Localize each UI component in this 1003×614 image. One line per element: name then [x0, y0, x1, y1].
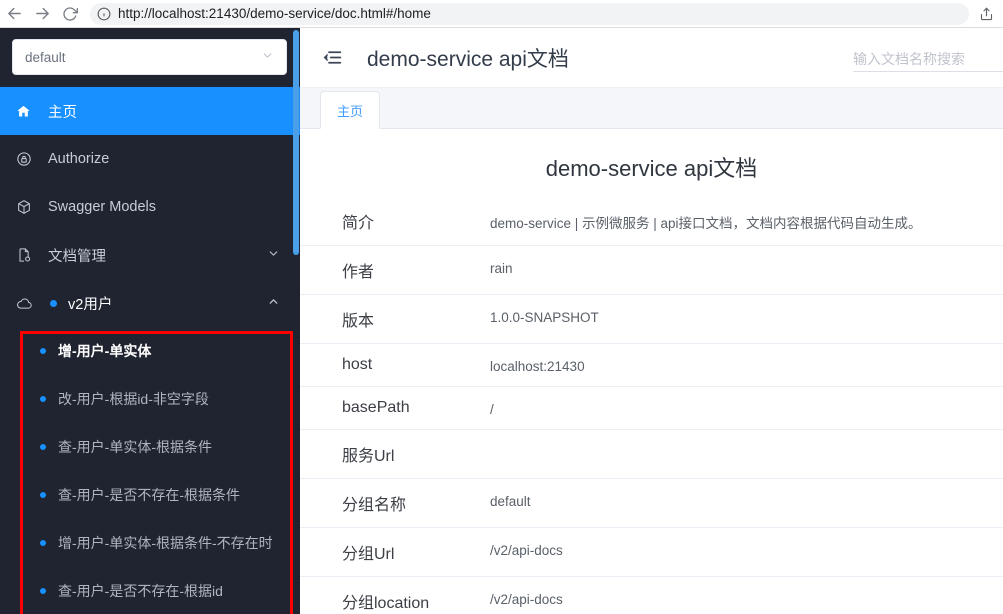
- sidebar-item-label: 主页: [48, 104, 77, 121]
- address-bar[interactable]: http://localhost:21430/demo-service/doc.…: [90, 2, 969, 25]
- item-bullet: [40, 492, 46, 498]
- forward-arrow-icon[interactable]: [28, 0, 56, 28]
- row-key: basePath: [342, 399, 410, 416]
- item-bullet: [40, 348, 46, 354]
- row-key: 作者: [342, 264, 375, 281]
- row-key: 版本: [342, 313, 375, 330]
- sidebar-subitem[interactable]: 查-用户-单实体-根据条件: [0, 423, 300, 471]
- browser-toolbar: http://localhost:21430/demo-service/doc.…: [0, 0, 1003, 28]
- cube-icon: [16, 199, 42, 215]
- reload-icon[interactable]: [56, 0, 84, 28]
- document-settings-icon: [16, 247, 42, 263]
- row-value: demo-service | 示例微服务 | api接口文档，文档内容根据代码自…: [490, 216, 922, 231]
- url-text: http://localhost:21430/demo-service/doc.…: [118, 6, 431, 21]
- search-container: [853, 46, 1003, 72]
- page-title: demo-service api文档: [367, 47, 569, 71]
- main-header: demo-service api文档: [300, 28, 1003, 88]
- sidebar-scrollbar-thumb[interactable]: [293, 30, 299, 255]
- sidebar-item-home[interactable]: 主页: [0, 87, 300, 135]
- row-value: default: [490, 494, 531, 509]
- row-key: 简介: [342, 215, 375, 232]
- item-bullet: [40, 396, 46, 402]
- sidebar-item-label: 文档管理: [48, 248, 106, 265]
- tab-bar: 主页: [300, 88, 1003, 129]
- row-key: 服务Url: [342, 448, 395, 465]
- group-select-value: default: [25, 49, 66, 65]
- sidebar-subitem[interactable]: 查-用户-是否不存在-根据id: [0, 567, 300, 614]
- content-title: demo-service api文档: [545, 156, 758, 181]
- sidebar-scrollbar[interactable]: [293, 28, 300, 614]
- row-key: 分组Url: [342, 546, 395, 563]
- table-row: 分组名称 default: [300, 478, 1003, 528]
- sidebar-subitem[interactable]: 改-用户-根据id-非空字段: [0, 375, 300, 423]
- sidebar-subitem-label: 查-用户-是否不存在-根据条件: [58, 487, 240, 503]
- sidebar-item-doc-manage[interactable]: 文档管理: [0, 231, 300, 279]
- sidebar-subitem-label: 查-用户-单实体-根据条件: [58, 439, 212, 455]
- tab-label: 主页: [337, 103, 364, 119]
- sidebar-subitem-label: 查-用户-是否不存在-根据id: [58, 583, 223, 599]
- row-value: 1.0.0-SNAPSHOT: [490, 310, 599, 325]
- table-row: 分组Url /v2/api-docs: [300, 527, 1003, 577]
- menu-fold-icon[interactable]: [322, 47, 343, 68]
- row-value: [490, 430, 1003, 479]
- row-value: rain: [490, 261, 513, 276]
- chevron-down-icon[interactable]: [267, 247, 280, 263]
- chevron-down-icon: [261, 49, 274, 65]
- table-row: basePath /: [300, 386, 1003, 430]
- item-bullet: [40, 444, 46, 450]
- sidebar-subitem[interactable]: 查-用户-是否不存在-根据条件: [0, 471, 300, 519]
- item-bullet: [40, 588, 46, 594]
- info-table: 简介 demo-service | 示例微服务 | api接口文档，文档内容根据…: [300, 197, 1003, 614]
- main-panel: demo-service api文档 主页 demo-service api文档…: [300, 28, 1003, 614]
- table-row: 简介 demo-service | 示例微服务 | api接口文档，文档内容根据…: [300, 197, 1003, 246]
- row-value: /: [490, 402, 494, 417]
- sidebar-item-label: Swagger Models: [48, 199, 156, 215]
- group-bullet: [50, 299, 57, 307]
- chevron-up-icon[interactable]: [267, 295, 280, 311]
- row-key: 分组名称: [342, 497, 407, 514]
- row-value: localhost:21430: [490, 359, 585, 374]
- row-value: /v2/api-docs: [490, 592, 563, 607]
- row-value: /v2/api-docs: [490, 543, 563, 558]
- back-arrow-icon[interactable]: [0, 0, 28, 28]
- home-icon: [16, 104, 42, 119]
- app-shell: default 主页 Authorize Swagger Models 文档管理…: [0, 28, 1003, 614]
- site-info-icon[interactable]: [97, 7, 111, 21]
- table-row: 作者 rain: [300, 245, 1003, 295]
- lock-icon: [16, 151, 42, 167]
- table-row: 版本 1.0.0-SNAPSHOT: [300, 294, 1003, 344]
- sidebar-subitem[interactable]: 增-用户-单实体: [0, 327, 300, 375]
- sidebar-group-v2user[interactable]: v2用户: [0, 279, 300, 327]
- content-area: demo-service api文档 简介 demo-service | 示例微…: [300, 129, 1003, 614]
- sidebar-item-label: Authorize: [48, 151, 110, 167]
- tab-home[interactable]: 主页: [320, 91, 381, 129]
- group-select-container: default: [0, 28, 300, 87]
- sidebar: default 主页 Authorize Swagger Models 文档管理…: [0, 28, 300, 614]
- table-row: 分组location /v2/api-docs: [300, 576, 1003, 614]
- table-row: 服务Url: [300, 429, 1003, 479]
- sidebar-subitem-label: 改-用户-根据id-非空字段: [58, 391, 209, 407]
- sidebar-subitem-label: 增-用户-单实体: [58, 343, 152, 359]
- sidebar-subitem-label: 增-用户-单实体-根据条件-不存在时: [58, 535, 273, 551]
- share-icon[interactable]: [975, 3, 997, 25]
- row-key: host: [342, 356, 373, 373]
- table-row: host localhost:21430: [300, 343, 1003, 387]
- cloud-icon: [16, 295, 42, 312]
- sidebar-group-label: v2用户: [68, 296, 113, 313]
- sidebar-item-authorize[interactable]: Authorize: [0, 135, 300, 183]
- sidebar-item-swagger-models[interactable]: Swagger Models: [0, 183, 300, 231]
- sidebar-subitem[interactable]: 增-用户-单实体-根据条件-不存在时: [0, 519, 300, 567]
- item-bullet: [40, 540, 46, 546]
- row-key: 分组location: [342, 595, 430, 612]
- search-input[interactable]: [853, 46, 1003, 72]
- group-select[interactable]: default: [12, 39, 287, 75]
